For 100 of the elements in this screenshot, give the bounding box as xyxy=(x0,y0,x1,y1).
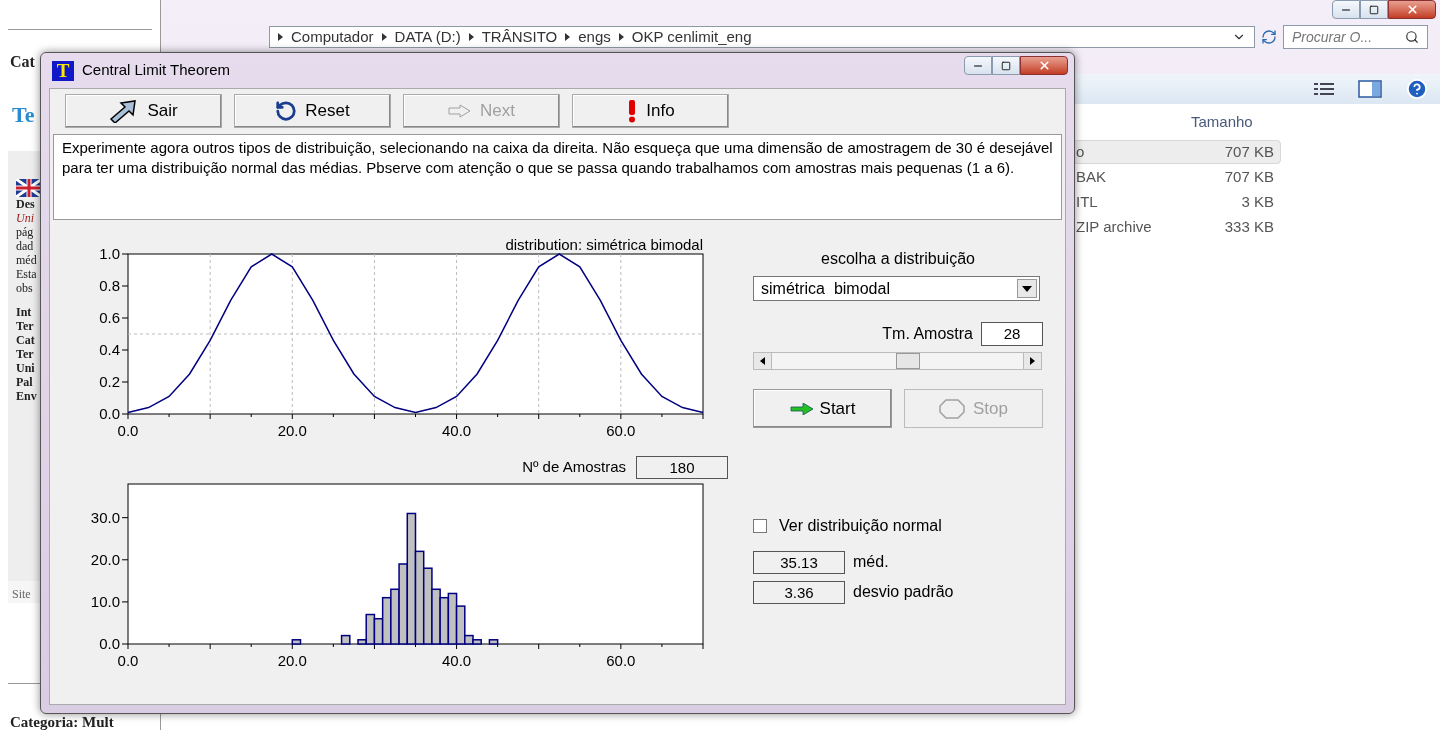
axis-label: 0.8 xyxy=(99,277,120,294)
chevron-right-icon xyxy=(468,33,474,41)
maximize-icon xyxy=(1001,60,1011,71)
search-field[interactable]: Procurar O... xyxy=(1283,25,1428,49)
reset-icon xyxy=(275,100,298,122)
page-text: Pal xyxy=(16,374,33,389)
stat-field: 35.13 xyxy=(753,550,845,574)
breadcrumb-item[interactable]: TRÂNSITO xyxy=(481,28,558,46)
scroll-right-button[interactable] xyxy=(1023,353,1041,369)
axis-label: 40.0 xyxy=(441,422,472,439)
address-bar[interactable]: Computador DATA (D:) TRÂNSITO engs OKP cenlimit_eng xyxy=(269,26,1255,48)
help-icon[interactable] xyxy=(1406,78,1428,100)
stat-field: 3.36 xyxy=(753,580,845,604)
page-text: obs xyxy=(16,280,33,295)
stat-label: méd. xyxy=(853,552,889,572)
histogram-bar xyxy=(439,596,450,645)
arrow-icon xyxy=(448,104,472,118)
axis-label: 30.0 xyxy=(90,508,120,526)
file-size: 333 KB xyxy=(1224,216,1274,237)
page-text: Ter xyxy=(16,318,34,333)
search-icon xyxy=(1405,30,1419,44)
chevron-right-icon xyxy=(278,33,283,41)
flag-icon xyxy=(16,178,42,197)
stop-sign-icon xyxy=(939,398,965,419)
file-type: o xyxy=(1076,141,1085,162)
toolbar-button[interactable]: Sair xyxy=(65,94,222,128)
chevron-right-icon xyxy=(381,33,387,41)
slider-thumb[interactable] xyxy=(895,353,920,369)
page-text: méd xyxy=(16,252,37,267)
window-title: Central Limit Theorem xyxy=(82,60,231,81)
samples-label: Nº de Amostras xyxy=(522,457,626,478)
maximize-icon xyxy=(1369,4,1379,15)
dropdown-button[interactable] xyxy=(1017,279,1037,298)
scroll-left-button[interactable] xyxy=(754,353,772,369)
chart-title: distribution: simétrica bimodal xyxy=(505,236,703,253)
footer-text: Site xyxy=(12,587,31,602)
page-text: Ter xyxy=(16,346,34,361)
breadcrumb-item[interactable]: OKP cenlimit_eng xyxy=(631,28,752,46)
pane-icon[interactable] xyxy=(1358,80,1382,98)
histogram-bar xyxy=(488,639,499,645)
column-header[interactable]: Tamanho xyxy=(1191,110,1253,134)
axis-label: 0.4 xyxy=(99,341,120,358)
refresh-icon[interactable] xyxy=(1261,29,1277,45)
breadcrumb-item[interactable]: Computador xyxy=(291,28,374,46)
caret-icon xyxy=(1022,285,1032,292)
page-text: Uni xyxy=(16,360,35,375)
file-size: 3 KB xyxy=(1241,191,1274,212)
axis-label: 20.0 xyxy=(277,422,307,439)
close-icon xyxy=(1037,59,1051,72)
axis-label: 20.0 xyxy=(90,550,120,568)
arrow-icon xyxy=(789,402,814,415)
axis-label: 60.0 xyxy=(606,422,636,439)
page-text: Uni xyxy=(16,210,34,225)
left-arrow-icon xyxy=(760,357,765,365)
distribution-dropdown[interactable]: simétrica bimodal xyxy=(753,276,1040,301)
right-arrow-icon xyxy=(1030,357,1035,365)
page-heading: Te xyxy=(12,100,35,129)
page-text: Esta xyxy=(16,266,37,281)
minimize-button[interactable] xyxy=(1332,0,1360,19)
axis-label: 1.0 xyxy=(99,245,120,262)
app-icon: T xyxy=(52,60,74,81)
toolbar-button[interactable]: Info xyxy=(572,94,729,128)
start-button[interactable]: Start xyxy=(753,389,892,428)
file-type: ZIP archive xyxy=(1076,216,1152,237)
maximize-button[interactable] xyxy=(992,56,1020,75)
view-icon[interactable] xyxy=(1314,82,1334,96)
axis-label: 0.2 xyxy=(99,373,120,390)
axis-label: 20.0 xyxy=(277,652,307,669)
axis-label: 10.0 xyxy=(90,592,120,610)
stat-label: desvio padrão xyxy=(853,582,954,602)
axis-label: 0.6 xyxy=(99,309,120,326)
checkbox[interactable] xyxy=(753,519,767,533)
checkbox-label: Ver distribuição normal xyxy=(779,516,942,536)
breadcrumb-item[interactable]: engs xyxy=(578,28,611,46)
file-size: 707 KB xyxy=(1224,141,1274,162)
sample-size-slider[interactable] xyxy=(753,352,1042,370)
sample-size-field[interactable]: 28 xyxy=(981,322,1043,346)
minimize-button[interactable] xyxy=(964,56,992,75)
page-text: Des xyxy=(16,196,35,211)
histogram-bar xyxy=(291,639,302,645)
page-text: dad xyxy=(16,238,34,253)
maximize-button[interactable] xyxy=(1360,0,1388,19)
breadcrumb-item[interactable]: DATA (D:) xyxy=(394,28,461,46)
histogram-bar xyxy=(340,634,351,645)
page-text: pág xyxy=(16,224,34,239)
file-type: BAK xyxy=(1076,166,1106,187)
page-text: Cat xyxy=(16,332,35,347)
axis-label: 40.0 xyxy=(441,652,472,669)
message-box: Experimente agora outros tipos de distribuição, selecionando na caixa da direita. Não esqueça que uma dimensão de amostragem de 30 é desejável para ter uma distribuição normal das médias. Pbserve com atenção o que se passa quando trabalhamos com amostras mais pequenas (1 a 6). xyxy=(53,134,1062,220)
category-label: Cat xyxy=(10,51,35,72)
close-button[interactable] xyxy=(1388,0,1436,19)
close-button[interactable] xyxy=(1020,56,1068,75)
page-text: Env xyxy=(16,388,37,403)
axis-label: 60.0 xyxy=(606,652,636,669)
page-text: Int xyxy=(16,304,32,319)
toolbar-button[interactable]: Reset xyxy=(234,94,391,128)
axis-label: 0.0 xyxy=(99,635,120,652)
axis-label: 0.0 xyxy=(117,422,139,439)
axis-label: 0.0 xyxy=(117,652,139,669)
samples-field: 180 xyxy=(636,456,728,479)
